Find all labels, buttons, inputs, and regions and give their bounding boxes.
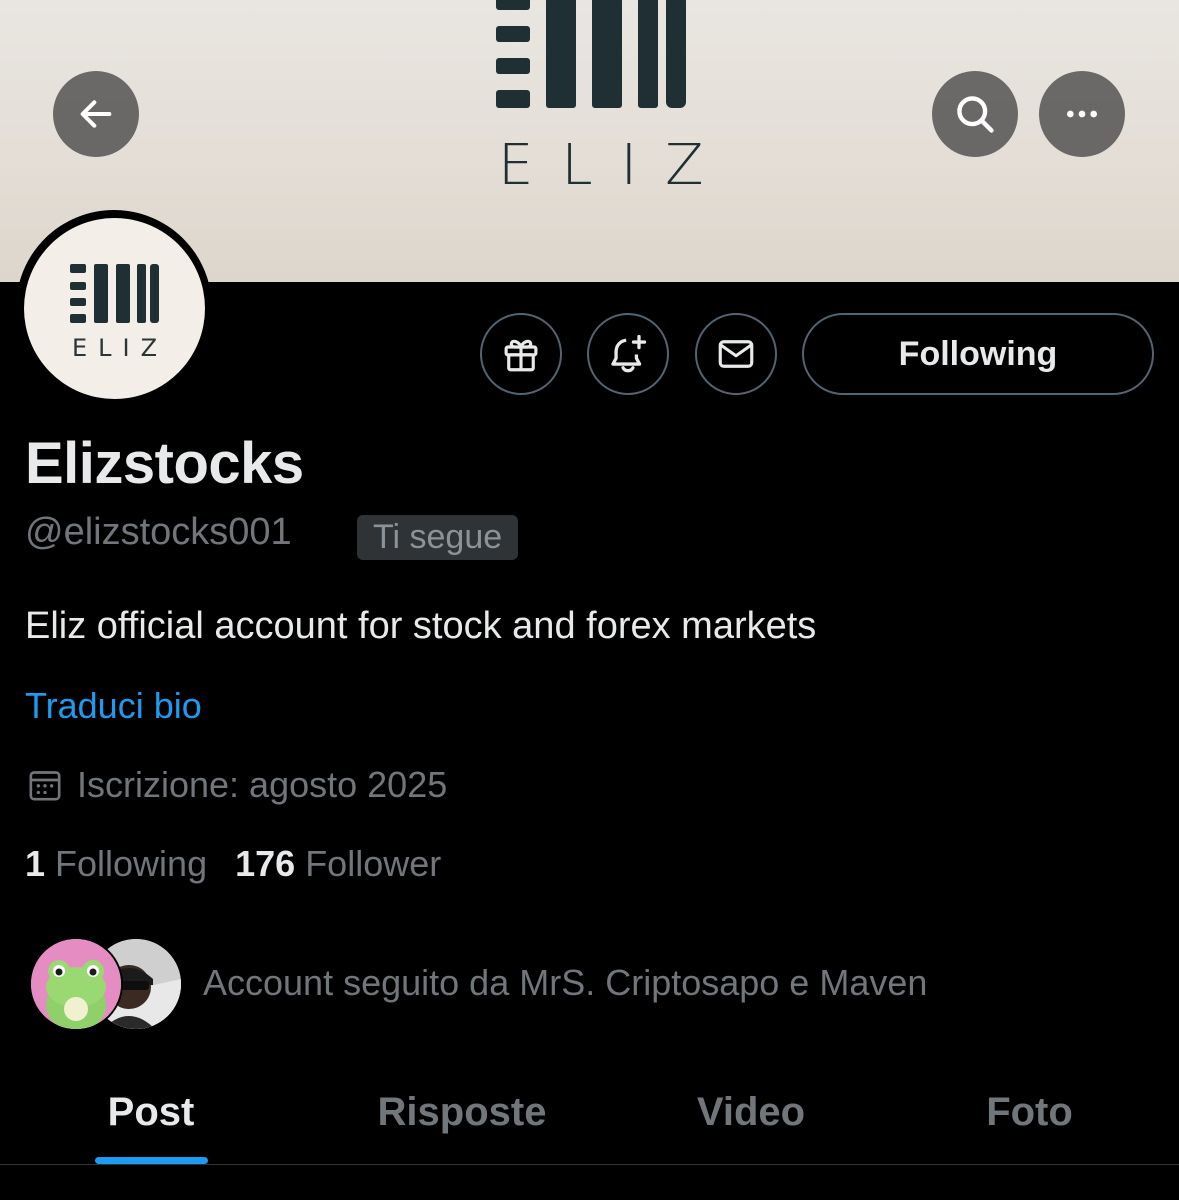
avatar-logo-text: ELIZ <box>71 334 169 362</box>
follows-you-badge: Ti segue <box>357 515 519 560</box>
tab-post[interactable]: Post <box>0 1060 302 1164</box>
following-button[interactable]: Following <box>802 313 1154 395</box>
followers-count: 176 <box>235 843 296 884</box>
active-tab-indicator <box>95 1157 208 1164</box>
frog-avatar-icon <box>31 939 121 1029</box>
envelope-icon <box>718 340 754 368</box>
more-horizontal-icon <box>1067 110 1097 118</box>
profile-tabs: Post Risposte Video Foto <box>0 1060 1179 1165</box>
followers-label: Follower <box>305 843 442 884</box>
tab-video[interactable]: Video <box>622 1060 880 1164</box>
eliz-logo-icon <box>70 264 159 323</box>
join-date-text: Iscrizione: agosto 2025 <box>77 764 448 805</box>
profile-handle: @elizstocks001 <box>25 511 292 553</box>
followed-by-text: Account seguito da MrS. Criptosapo e Mav… <box>203 962 928 1003</box>
follow-stats: 1 Following 176 Follower <box>25 842 441 885</box>
tab-foto[interactable]: Foto <box>880 1060 1179 1164</box>
banner-logo-text: ELIZ <box>498 133 732 198</box>
join-date: Iscrizione: agosto 2025 <box>25 763 447 806</box>
tab-risposte[interactable]: Risposte <box>302 1060 622 1164</box>
avatar[interactable]: ELIZ <box>24 218 205 399</box>
translate-bio-link[interactable]: Traduci bio <box>25 684 202 727</box>
gift-button[interactable] <box>480 313 562 395</box>
profile-name: Elizstocks <box>25 431 304 496</box>
notify-button[interactable] <box>587 313 669 395</box>
followers-count-link[interactable]: 176 Follower <box>235 842 441 885</box>
following-count-link[interactable]: 1 Following <box>25 842 207 885</box>
back-button[interactable] <box>53 71 139 157</box>
search-button[interactable] <box>932 71 1018 157</box>
search-icon <box>957 96 994 133</box>
more-options-button[interactable] <box>1039 71 1125 157</box>
profile-bio: Eliz official account for stock and fore… <box>25 605 817 647</box>
following-count: 1 <box>25 843 46 884</box>
gift-icon <box>504 339 538 372</box>
message-button[interactable] <box>695 313 777 395</box>
eliz-logo-icon <box>496 0 686 108</box>
calendar-icon <box>29 770 61 801</box>
mutual-avatars <box>29 937 183 1031</box>
followed-by-row[interactable]: Account seguito da MrS. Criptosapo e Mav… <box>29 937 928 1031</box>
avatar <box>29 937 123 1031</box>
following-label: Following <box>55 843 208 884</box>
arrow-left-icon <box>80 100 112 128</box>
bell-plus-icon <box>611 334 647 373</box>
